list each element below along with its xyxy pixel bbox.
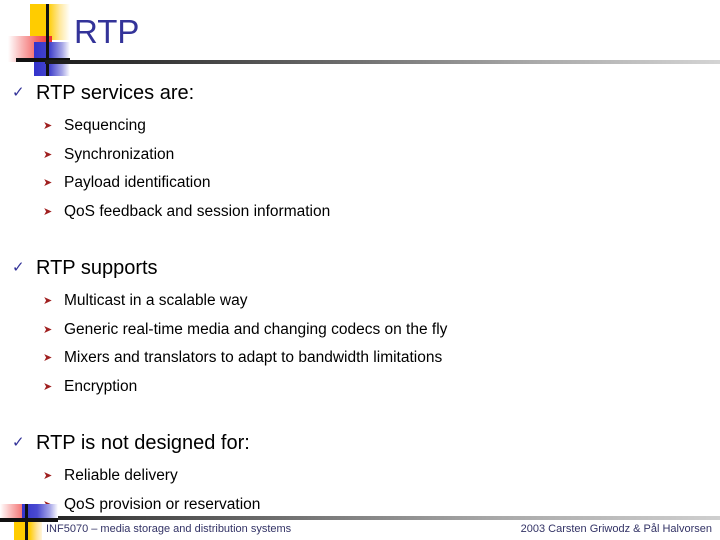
logo-bottom-horizontal-line bbox=[0, 518, 58, 522]
bullet-level2: ➤ Multicast in a scalable way bbox=[0, 287, 720, 316]
bullet-level1: ✓ RTP services are: bbox=[0, 80, 720, 106]
bullet-level2: ➤ Reliable delivery bbox=[0, 462, 720, 491]
slide-logo-bottom bbox=[0, 504, 58, 540]
bullet-level2-label: QoS provision or reservation bbox=[64, 495, 261, 513]
arrow-bullet-icon: ➤ bbox=[43, 380, 53, 393]
logo-bottom-yellow-square bbox=[14, 522, 42, 540]
bullet-level2: ➤ Generic real-time media and changing co… bbox=[0, 316, 720, 345]
bullet-level1: ✓ RTP is not designed for: bbox=[0, 430, 720, 456]
logo-yellow-square bbox=[30, 4, 70, 40]
bullet-level2: ➤ QoS feedback and session information bbox=[0, 198, 720, 227]
slide-content: ✓ RTP services are: ➤ Sequencing ➤ Synchroniz… bbox=[0, 80, 720, 519]
bullet-level1-label: RTP is not designed for: bbox=[36, 432, 250, 454]
check-bullet-icon: ✓ bbox=[12, 259, 25, 276]
bullet-level2-label: Synchronization bbox=[64, 145, 175, 163]
footer-course-label: INF5070 – media storage and distribution… bbox=[46, 523, 292, 535]
bullet-level2-label: QoS feedback and session information bbox=[64, 202, 331, 220]
bullet-level1-label: RTP supports bbox=[36, 257, 158, 279]
bullet-level2-label: Sequencing bbox=[64, 117, 146, 134]
arrow-bullet-icon: ➤ bbox=[43, 148, 53, 161]
bullet-level2: ➤ Payload identification bbox=[0, 169, 720, 198]
arrow-bullet-icon: ➤ bbox=[43, 323, 53, 336]
bullet-level2-label: Multicast in a scalable way bbox=[64, 292, 248, 309]
page-title: RTP bbox=[74, 13, 140, 50]
bullet-level2-label: Payload identification bbox=[64, 174, 211, 191]
arrow-bullet-icon: ➤ bbox=[43, 470, 53, 482]
bullet-level2-label: Reliable delivery bbox=[64, 467, 178, 484]
arrow-bullet-icon: ➤ bbox=[43, 352, 53, 364]
check-bullet-icon: ✓ bbox=[12, 84, 25, 101]
arrow-bullet-icon: ➤ bbox=[43, 177, 53, 189]
footer-divider bbox=[30, 516, 720, 520]
bullet-level1: ✓ RTP supports bbox=[0, 255, 720, 281]
arrow-bullet-icon: ➤ bbox=[43, 205, 53, 218]
logo-bottom-vertical-line bbox=[25, 504, 28, 540]
arrow-bullet-icon: ➤ bbox=[43, 120, 53, 132]
bullet-level2: ➤ Encryption bbox=[0, 373, 720, 402]
title-divider bbox=[45, 60, 720, 64]
slide-root: { "slide": { "title": "RTP", "title_colo… bbox=[0, 0, 720, 540]
check-bullet-icon: ✓ bbox=[12, 434, 25, 451]
bullet-level1-label: RTP services are: bbox=[36, 82, 195, 104]
logo-vertical-line bbox=[46, 4, 49, 76]
arrow-bullet-icon: ➤ bbox=[43, 295, 53, 307]
footer-copyright-label: 2003 Carsten Griwodz & Pål Halvorsen bbox=[520, 523, 712, 535]
bullet-level2-label: Generic real-time media and changing cod… bbox=[64, 320, 448, 338]
bullet-level2: ➤QoS provision or reservation bbox=[0, 491, 720, 520]
bullet-level2: ➤ Mixers and translators to adapt to band… bbox=[0, 344, 720, 373]
bullet-level2: ➤ Sequencing bbox=[0, 112, 720, 141]
bullet-level2-label: Mixers and translators to adapt to bandw… bbox=[64, 349, 443, 366]
bullet-level2-label: Encryption bbox=[64, 377, 138, 395]
bullet-level2: ➤ Synchronization bbox=[0, 141, 720, 170]
slide-logo-top bbox=[8, 4, 70, 76]
